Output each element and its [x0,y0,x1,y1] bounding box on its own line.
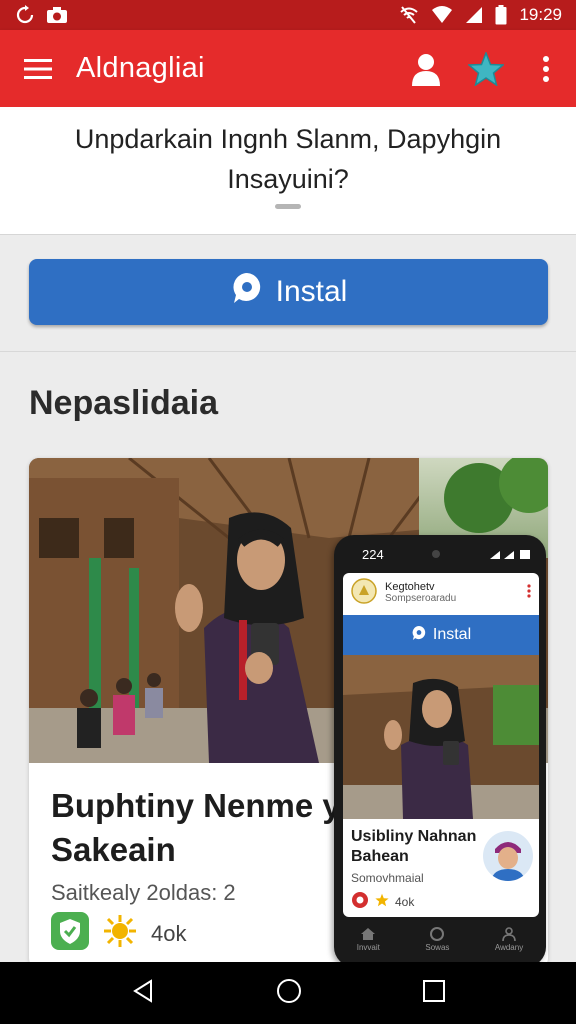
phone-more-icon[interactable] [527,583,531,603]
recents-icon[interactable] [423,979,446,1007]
phone-red-badge-icon [351,891,369,912]
install-icon [230,271,264,313]
install-label: Instal [275,275,348,308]
shield-check-icon [51,912,89,955]
phone-star-icon [375,893,389,910]
person-icon [502,927,516,941]
back-icon[interactable] [131,978,155,1008]
card-meta: Saitkealy 2oldas: 2 [51,880,236,905]
phone-app-header: Kegtohetv Sompseroaradu [343,573,539,613]
wifi-icon [431,6,453,24]
phone-card-meta: Somovhmaial [351,871,424,885]
phone-time: 224 [362,546,384,562]
ball-icon [430,927,445,941]
home-button-icon[interactable] [276,978,302,1009]
card-badges: 4ok [51,912,186,955]
phone-install-icon [411,625,427,646]
phone-card-photo [343,655,539,819]
phone-status-bar: 224 [334,543,546,565]
section-title: Nepaslidaia [29,384,218,422]
question-panel: Unpdarkain Ingnh Slanm, Dapyhgin Insayui… [0,107,576,235]
home-icon [361,928,376,940]
app-title: Aldnagliai [76,52,205,84]
menu-icon[interactable] [0,30,76,107]
phone-nav-label: Sowas [425,943,450,952]
card-title: Buphtiny Nenme y Sakeain [51,787,341,868]
phone-nav: Invvait Sowas Awdany [334,923,546,967]
more-vert-icon[interactable] [516,30,576,107]
phone-app-name: Kegtohetv [385,581,435,593]
phone-nav-home[interactable]: Invvait [357,923,380,967]
install-button[interactable]: Instal [29,259,548,325]
account-icon[interactable] [396,30,456,107]
app-bar: Aldnagliai [0,30,576,107]
phone-mockup: 224 Kegtohetv Sompseroaradu Instal Usibl… [334,535,546,967]
signal-icon [465,6,483,24]
phone-nav-label: Awdany [494,943,524,952]
phone-camera-icon [431,547,441,562]
status-time: 19:29 [519,5,562,24]
install-section: Instal [0,236,576,352]
phone-nav-label: Invvait [356,943,380,952]
phone-card-count: 4ok [395,894,415,909]
star-icon[interactable] [456,30,516,107]
phone-card-badges: 4ok [351,891,414,912]
phone-app-sub: Sompseroaradu [385,593,457,604]
wifi-off-icon [399,6,419,24]
camera-icon [46,6,68,24]
question-text: Unpdarkain Ingnh Slanm, Dapyhgin Insayui… [74,124,502,194]
sun-icon [103,914,137,953]
avatar [483,831,533,881]
sync-icon [16,5,34,25]
phone-screen: Kegtohetv Sompseroaradu Instal Usibliny … [343,573,539,917]
phone-install-button[interactable]: Instal [343,615,539,655]
battery-icon [495,5,507,25]
phone-card-title: Usibliny Nahnan Bahean [351,828,477,865]
phone-install-label: Instal [432,626,472,643]
phone-nav-sports[interactable]: Sowas [425,923,449,967]
system-nav-bar [0,962,576,1024]
phone-app-logo-icon [351,577,377,609]
phone-signal-icon [488,547,532,562]
drag-handle[interactable] [275,204,301,209]
status-bar: 19:29 [0,0,576,30]
phone-nav-account[interactable]: Awdany [495,923,523,967]
card-count: 4ok [151,920,187,946]
